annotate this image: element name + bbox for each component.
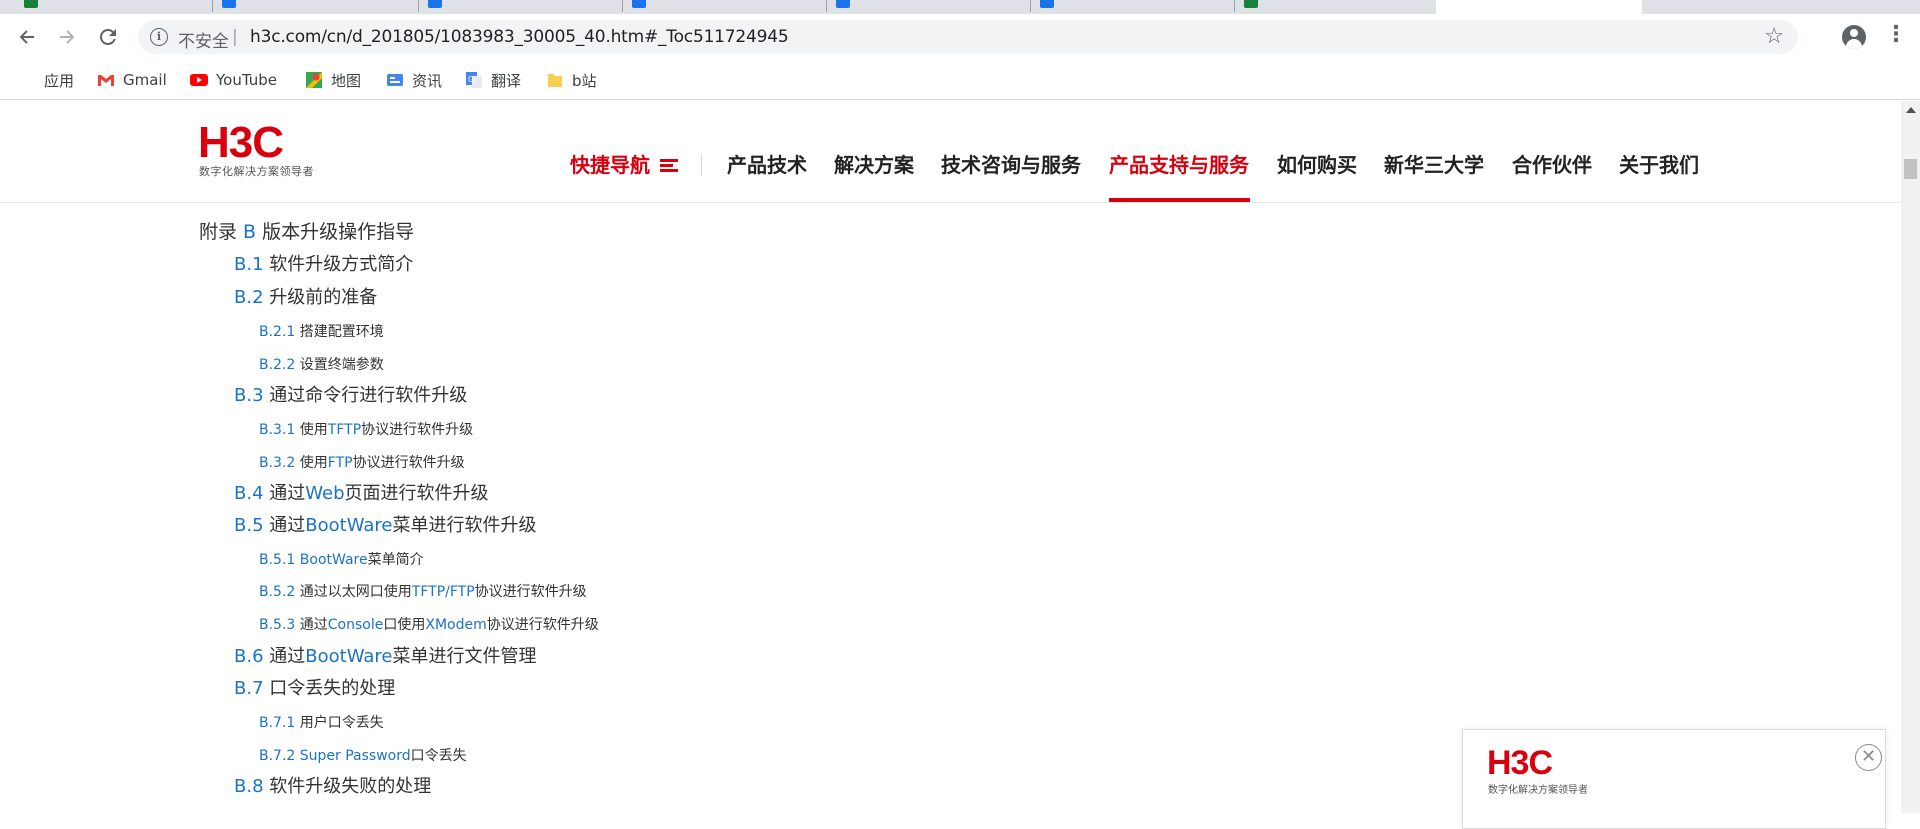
- toc-item[interactable]: 附录 B 版本升级操作指导: [199, 217, 414, 244]
- toc-item[interactable]: B.3 通过命令行进行软件升级: [234, 381, 467, 407]
- more-menu-icon[interactable]: ⋮: [1885, 24, 1907, 50]
- toc-item[interactable]: B.5.2 通过以太网口使用TFTP/FTP协议进行软件升级: [259, 581, 587, 601]
- card-logo-text: H3C: [1487, 744, 1553, 782]
- menu-lines-icon: [660, 159, 678, 173]
- url-text[interactable]: h3c.com/cn/d_201805/1083983_30005_40.htm…: [250, 27, 789, 47]
- translate-icon: G: [466, 72, 482, 88]
- address-bar[interactable]: i 不安全 | h3c.com/cn/d_201805/1083983_3000…: [138, 20, 1798, 54]
- news-icon: [387, 74, 403, 86]
- browser-tab[interactable]: ...: [1236, 0, 1288, 14]
- bookmark-folder-b[interactable]: b站: [546, 69, 597, 91]
- browser-tab[interactable]: ...: [624, 0, 676, 14]
- bookmark-maps[interactable]: 地图: [305, 69, 361, 91]
- forward-button[interactable]: [53, 23, 81, 51]
- bookmark-news[interactable]: 资讯: [386, 69, 442, 91]
- nav-item-consulting[interactable]: 技术咨询与服务: [941, 149, 1081, 178]
- toc-item[interactable]: B.7.2 Super Password口令丢失: [259, 745, 467, 765]
- tab-favicon-icon: [836, 0, 850, 8]
- gmail-icon: [98, 75, 114, 86]
- browser-tab[interactable]: ...: [16, 0, 68, 14]
- nav-item-solutions[interactable]: 解决方案: [834, 149, 914, 178]
- toc-item[interactable]: B.4 通过Web页面进行软件升级: [234, 479, 489, 505]
- tab-strip: ... ... ... ... ... ... ...: [0, 0, 1920, 14]
- browser-tab[interactable]: ...: [214, 0, 266, 14]
- page-scrollbar[interactable]: [1901, 101, 1920, 813]
- logo-text: H3C: [198, 118, 284, 167]
- toc-item[interactable]: B.2.1 搭建配置环境: [259, 321, 384, 341]
- reload-icon: [99, 28, 116, 45]
- floating-promo-card: H3C 数字化解决方案领导者 ✕: [1462, 729, 1886, 829]
- security-separator: |: [232, 27, 238, 47]
- bookmark-apps[interactable]: 应用: [18, 69, 74, 91]
- tab-favicon-icon: [1040, 0, 1054, 8]
- h3c-logo[interactable]: H3C 数字化解决方案领导者: [198, 121, 328, 181]
- scroll-up-arrow-icon[interactable]: [1906, 107, 1916, 113]
- scrollbar-thumb[interactable]: [1904, 159, 1917, 179]
- browser-toolbar: i 不安全 | h3c.com/cn/d_201805/1083983_3000…: [0, 14, 1920, 60]
- toc-item[interactable]: B.7 口令丢失的处理: [234, 674, 395, 700]
- bookmark-translate[interactable]: G 翻译: [465, 69, 521, 91]
- apps-grid-icon: [18, 71, 36, 89]
- reload-button[interactable]: [94, 23, 122, 51]
- nav-item-partners[interactable]: 合作伙伴: [1512, 149, 1592, 178]
- youtube-icon: [190, 74, 208, 86]
- browser-tab-active[interactable]: [1436, 0, 1642, 14]
- card-logo-tagline: 数字化解决方案领导者: [1488, 785, 1588, 796]
- bookmark-gmail[interactable]: Gmail: [97, 69, 167, 91]
- svg-text:G: G: [468, 75, 474, 84]
- tab-favicon-icon: [222, 0, 236, 8]
- browser-tab[interactable]: ...: [828, 0, 880, 14]
- nav-item-support[interactable]: 产品支持与服务: [1109, 149, 1249, 178]
- folder-icon: [548, 74, 562, 87]
- nav-divider: [701, 154, 702, 176]
- browser-tab[interactable]: ...: [420, 0, 472, 14]
- logo-tagline: 数字化解决方案领导者: [199, 165, 314, 178]
- quick-nav-button[interactable]: 快捷导航: [570, 149, 678, 178]
- security-label: 不安全: [178, 32, 229, 52]
- site-header: H3C 数字化解决方案领导者 快捷导航 产品技术 解决方案 技术咨询与服务 产品…: [0, 101, 1900, 203]
- browser-tab[interactable]: ...: [1032, 0, 1084, 14]
- tab-favicon-icon: [632, 0, 646, 8]
- tab-favicon-icon: [1244, 0, 1258, 8]
- toc-item[interactable]: B.2 升级前的准备: [234, 283, 377, 309]
- toc-item[interactable]: B.6 通过BootWare菜单进行文件管理: [234, 642, 536, 668]
- toc-item[interactable]: B.5.1 BootWare菜单简介: [259, 549, 424, 569]
- arrow-left-icon: [19, 30, 34, 44]
- toc-item[interactable]: B.5.3 通过Console口使用XModem协议进行软件升级: [259, 614, 599, 634]
- toc-item[interactable]: B.1 软件升级方式简介: [234, 250, 413, 276]
- toc-item[interactable]: B.5 通过BootWare菜单进行软件升级: [234, 511, 536, 537]
- bookmark-youtube[interactable]: YouTube: [190, 69, 277, 91]
- profile-avatar-icon[interactable]: [1842, 25, 1866, 49]
- nav-item-how-to-buy[interactable]: 如何购买: [1277, 149, 1357, 178]
- toc-item[interactable]: B.3.1 使用TFTP协议进行软件升级: [259, 419, 473, 439]
- toc-item[interactable]: B.7.1 用户口令丢失: [259, 712, 384, 732]
- nav-item-about[interactable]: 关于我们: [1619, 149, 1699, 178]
- tab-favicon-icon: [24, 0, 38, 8]
- toc-item[interactable]: B.3.2 使用FTP协议进行软件升级: [259, 452, 465, 472]
- toc-item[interactable]: B.8 软件升级失败的处理: [234, 772, 431, 798]
- nav-item-product-tech[interactable]: 产品技术: [727, 149, 807, 178]
- nav-active-underline: [1109, 198, 1250, 202]
- toc-item[interactable]: B.2.2 设置终端参数: [259, 354, 384, 374]
- close-icon[interactable]: ✕: [1855, 744, 1882, 771]
- info-icon[interactable]: i: [150, 28, 168, 46]
- bookmark-star-icon[interactable]: ☆: [1764, 24, 1784, 49]
- maps-icon: [306, 72, 322, 88]
- back-button[interactable]: [13, 23, 41, 51]
- bookmarks-bar: 应用 Gmail YouTube 地图 资讯 G 翻译 b站: [0, 60, 1920, 100]
- arrow-right-icon: [60, 30, 75, 44]
- tab-favicon-icon: [428, 0, 442, 8]
- page-content: H3C 数字化解决方案领导者 快捷导航 产品技术 解决方案 技术咨询与服务 产品…: [0, 101, 1900, 829]
- nav-item-university[interactable]: 新华三大学: [1384, 149, 1484, 178]
